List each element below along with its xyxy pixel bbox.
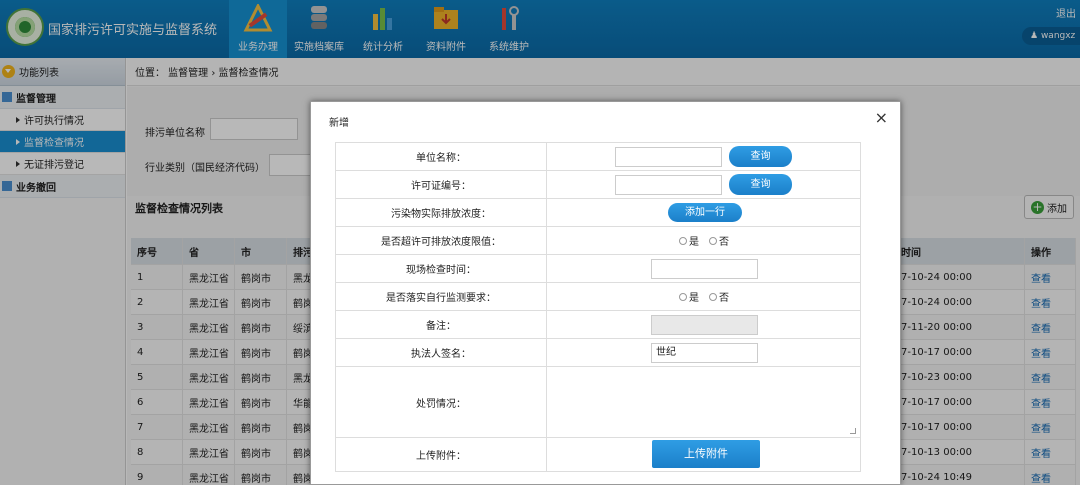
penalty-label: 处罚情况： (336, 367, 547, 437)
form-row-self-monitor: 是否落实自行监测要求： 是 否 (335, 283, 861, 311)
form-row-exceed: 是否超许可排放浓度限值： 是 否 (335, 227, 861, 255)
radio-label: 否 (719, 237, 729, 248)
inspection-form: 单位名称： 查询 许可证编号： 查询 污染物实际排放浓度： 添加一行 是否超许可… (335, 142, 861, 472)
form-row-inspect-time: 现场检查时间： (335, 255, 861, 283)
unit-name-label: 单位名称： (336, 143, 547, 170)
radio-label: 是 (689, 293, 699, 304)
radio-circle-icon (709, 236, 717, 245)
form-row-permit-no: 许可证编号： 查询 (335, 171, 861, 199)
exceed-label: 是否超许可排放浓度限值： (336, 227, 547, 254)
penalty-textarea[interactable] (547, 367, 860, 437)
radio-circle-icon (679, 292, 687, 301)
signer-input[interactable]: 世纪 (651, 343, 758, 363)
upload-attachment-button[interactable]: 上传附件 (652, 440, 760, 468)
self-monitor-yes-radio[interactable]: 是 (679, 289, 699, 304)
dialog-title: 新增 (329, 118, 349, 129)
exceed-no-radio[interactable]: 否 (709, 233, 729, 248)
radio-label: 是 (689, 237, 699, 248)
radio-label: 否 (719, 293, 729, 304)
form-row-pollutant: 污染物实际排放浓度： 添加一行 (335, 199, 861, 227)
remark-label: 备注： (336, 311, 547, 338)
inspect-time-label: 现场检查时间： (336, 255, 547, 282)
add-dialog: 新增 × 单位名称： 查询 许可证编号： 查询 污染物实际排放浓度： 添加一行 … (310, 101, 901, 485)
exceed-yes-radio[interactable]: 是 (679, 233, 699, 248)
unit-name-query-button[interactable]: 查询 (729, 146, 792, 167)
form-row-unit-name: 单位名称： 查询 (335, 142, 861, 171)
signer-label: 执法人签名： (336, 339, 547, 366)
radio-circle-icon (679, 236, 687, 245)
form-row-remark: 备注： (335, 311, 861, 339)
pollutant-label: 污染物实际排放浓度： (336, 199, 547, 226)
form-row-penalty: 处罚情况： (335, 367, 861, 438)
upload-label: 上传附件： (336, 438, 547, 471)
unit-name-input[interactable] (615, 147, 722, 167)
self-monitor-label: 是否落实自行监测要求： (336, 283, 547, 310)
remark-input[interactable] (651, 315, 758, 335)
permit-no-query-button[interactable]: 查询 (729, 174, 792, 195)
permit-no-input[interactable] (615, 175, 722, 195)
self-monitor-no-radio[interactable]: 否 (709, 289, 729, 304)
app-window: 国家排污许可实施与监督系统 业务办理 实施档案库 统计分析 资料附件 系统维护 … (0, 0, 1080, 485)
inspect-time-input[interactable] (651, 259, 758, 279)
form-row-upload: 上传附件： 上传附件 (335, 438, 861, 472)
add-row-button[interactable]: 添加一行 (668, 203, 742, 222)
form-row-signer: 执法人签名： 世纪 (335, 339, 861, 367)
radio-circle-icon (709, 292, 717, 301)
permit-no-label: 许可证编号： (336, 171, 547, 198)
resize-handle-icon[interactable] (850, 428, 856, 434)
close-icon[interactable]: × (875, 108, 888, 128)
